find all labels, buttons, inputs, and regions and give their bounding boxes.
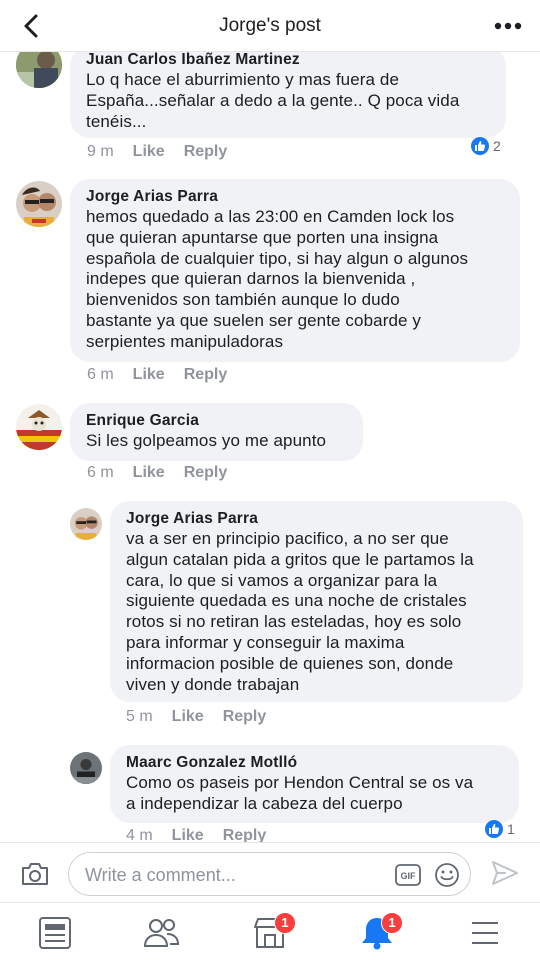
like-button[interactable]: Like	[172, 827, 204, 842]
comment: Juan Carlos Ibañez Martinez Lo q hace el…	[0, 52, 540, 172]
comment-time: 9 m	[87, 143, 114, 160]
comment-author[interactable]: Jorge Arias Parra	[126, 509, 507, 529]
camera-icon[interactable]	[20, 861, 50, 887]
comment-author[interactable]: Juan Carlos Ibañez Martinez	[86, 52, 490, 70]
comment-author[interactable]: Maarc Gonzalez Motlló	[126, 753, 503, 773]
avatar[interactable]	[16, 181, 62, 227]
reply-button[interactable]: Reply	[223, 708, 267, 726]
bottom-tab-bar: 1 1	[0, 902, 540, 960]
comment-text-line: Lo q hace el aburrimiento y mas fuera de	[86, 70, 400, 89]
like-button[interactable]: Like	[133, 366, 165, 384]
comment-text-line: algun catalan pida a gritos que le parta…	[126, 549, 474, 569]
comment-text-line: viven y donde trabajan	[126, 674, 300, 694]
comment-text-line: va a ser en principio pacifico, a no ser…	[126, 529, 449, 548]
comment-text-line: hemos quedado a las 23:00 en Camden lock…	[86, 207, 455, 226]
comment-text-line: española de cualquier tipo, si hay algun…	[86, 248, 469, 268]
comment-author[interactable]: Enrique Garcia	[86, 411, 347, 431]
comment-text-line: siguiente quedada es una noche de crista…	[126, 591, 467, 611]
notifications-badge: 1	[381, 912, 403, 934]
more-options-icon[interactable]	[492, 12, 524, 40]
tab-menu[interactable]	[465, 915, 505, 951]
top-nav-bar: Jorge's post	[0, 0, 540, 52]
like-button[interactable]: Like	[133, 143, 165, 161]
svg-text:GIF: GIF	[401, 871, 417, 881]
comment-text-line: Si les golpeamos yo me apunto	[86, 431, 327, 450]
page-title: Jorge's post	[219, 15, 321, 36]
comment-text-line: que quieran apuntarse que porten una ins…	[86, 227, 439, 247]
thumbs-up-icon	[470, 136, 490, 156]
marketplace-badge: 1	[274, 912, 296, 934]
friends-icon	[143, 919, 180, 947]
avatar[interactable]	[70, 752, 102, 784]
comment: Enrique Garcia Si les golpeamos yo me ap…	[0, 402, 540, 497]
tab-notifications[interactable]: 1	[357, 912, 403, 951]
reply-button[interactable]: Reply	[184, 143, 228, 161]
user-photo-icon	[70, 508, 102, 540]
user-photo-icon	[16, 404, 62, 450]
comment: Jorge Arias Parra hemos quedado a las 23…	[0, 179, 540, 394]
reaction-count: 2	[493, 138, 501, 154]
comment-bubble[interactable]: Enrique Garcia Si les golpeamos yo me ap…	[70, 403, 363, 461]
tab-marketplace[interactable]: 1	[250, 912, 296, 951]
comment-text-line: rotos si no retiran las esteladas, hoy e…	[126, 612, 462, 632]
comment-text-line: informacion posible de quienes son, dond…	[126, 653, 454, 673]
comment-time: 6 m	[87, 366, 114, 383]
tab-news-feed[interactable]	[35, 915, 75, 951]
reaction-count: 1	[507, 821, 515, 837]
comment-text-line: España...señalar a dedo a la gente.. Q p…	[86, 90, 460, 110]
avatar[interactable]	[16, 52, 62, 88]
comment-bubble[interactable]: Maarc Gonzalez Motlló Como os paseis por…	[110, 745, 519, 823]
tab-friends[interactable]	[142, 915, 182, 951]
comment-bubble[interactable]: Jorge Arias Parra va a ser en principio …	[110, 501, 523, 702]
comment-composer: Write a comment... GIF	[0, 842, 540, 902]
comment-bubble[interactable]: Jorge Arias Parra hemos quedado a las 23…	[70, 179, 520, 362]
comment-text-line: Como os paseis por Hendon Central se os …	[126, 773, 474, 792]
comment-author[interactable]: Jorge Arias Parra	[86, 187, 504, 207]
like-button[interactable]: Like	[172, 708, 204, 726]
comment-text-line: indepes que quieran darnos la bienvenida…	[86, 269, 416, 289]
reply-comment: Maarc Gonzalez Motlló Como os paseis por…	[0, 744, 540, 842]
send-icon[interactable]	[490, 859, 520, 887]
comment-text-line: a independizar la cabeza del cuerpo	[126, 793, 403, 813]
avatar[interactable]	[16, 404, 62, 450]
emoji-icon[interactable]	[434, 862, 460, 888]
reply-comment: Jorge Arias Parra va a ser en principio …	[0, 500, 540, 735]
comment-text-line: para informar y conseguir la maxima	[126, 632, 405, 652]
user-photo-icon	[16, 181, 62, 227]
avatar[interactable]	[70, 508, 102, 540]
reply-button[interactable]: Reply	[184, 366, 228, 384]
user-photo-icon	[70, 752, 102, 784]
comment-text-line: bastante ya que suelen ser gente cobarde…	[86, 310, 421, 330]
comment-text-line: tenéis...	[86, 111, 147, 131]
reaction-summary[interactable]: 1	[484, 819, 515, 839]
comments-feed[interactable]: Juan Carlos Ibañez Martinez Lo q hace el…	[0, 52, 540, 842]
comment-time: 6 m	[87, 464, 114, 481]
comment-time: 4 m	[126, 827, 153, 842]
comment-bubble[interactable]: Juan Carlos Ibañez Martinez Lo q hace el…	[70, 52, 506, 138]
gif-icon[interactable]: GIF	[395, 863, 421, 887]
user-photo-icon	[16, 52, 62, 88]
thumbs-up-icon	[484, 819, 504, 839]
like-button[interactable]: Like	[133, 464, 165, 482]
comment-input[interactable]: Write a comment... GIF	[68, 852, 471, 896]
comment-input-placeholder: Write a comment...	[85, 865, 236, 885]
menu-icon	[472, 922, 498, 944]
comment-text-line: cara, lo que si vamos a organizar para l…	[126, 570, 438, 590]
comment-text-line: serpientes manipuladoras	[86, 331, 284, 351]
reply-button[interactable]: Reply	[223, 827, 267, 842]
comment-time: 5 m	[126, 708, 153, 725]
comment-text-line: bienvenidos son también aunque lo dudo	[86, 290, 400, 310]
reaction-summary[interactable]: 2	[470, 136, 501, 156]
reply-button[interactable]: Reply	[184, 464, 228, 482]
news-feed-icon	[39, 917, 71, 949]
